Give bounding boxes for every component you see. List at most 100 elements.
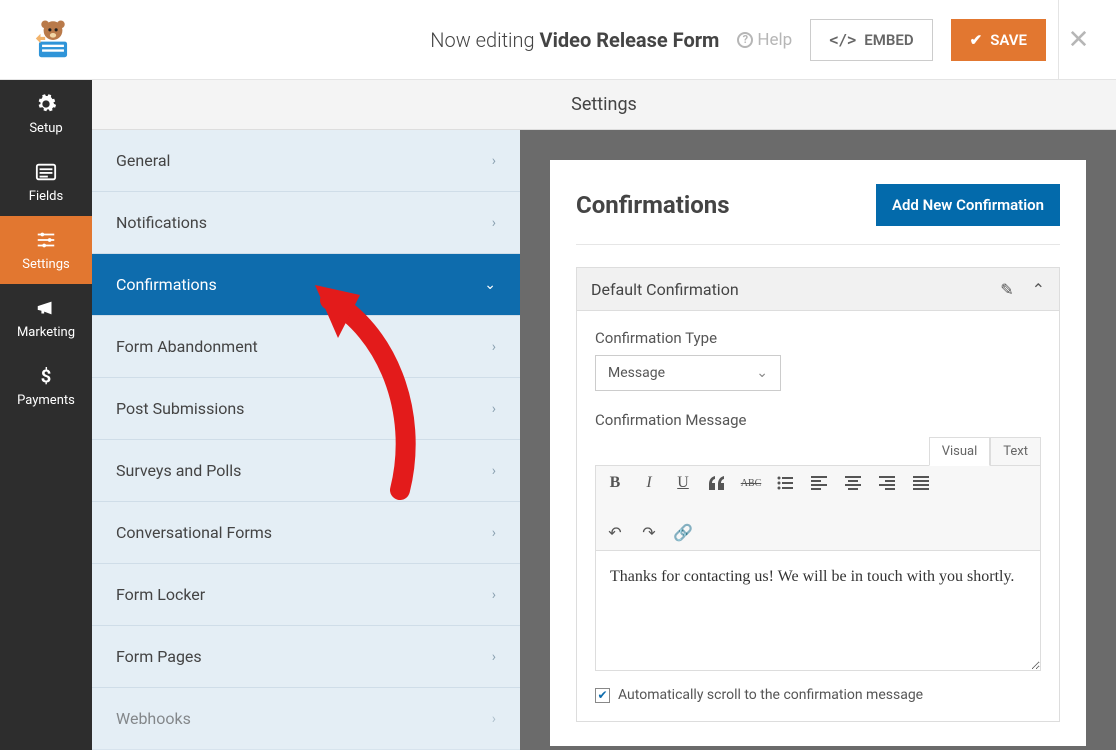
submenu-label: Form Pages bbox=[116, 647, 202, 666]
check-icon: ✔ bbox=[970, 31, 983, 49]
confirmation-type-select[interactable]: Message ⌄ bbox=[595, 355, 781, 391]
rail-label: Payments bbox=[17, 393, 75, 408]
chevron-right-icon: › bbox=[492, 649, 496, 665]
settings-submenu: General › Notifications › Confirmations ⌄ F… bbox=[92, 130, 520, 750]
rail-item-marketing[interactable]: Marketing bbox=[0, 284, 92, 352]
select-value: Message bbox=[608, 365, 665, 381]
rail-item-payments[interactable]: $ Payments bbox=[0, 352, 92, 420]
chevron-down-icon: ⌄ bbox=[756, 365, 768, 381]
submenu-item-confirmations[interactable]: Confirmations ⌄ bbox=[92, 254, 520, 316]
left-rail: Setup Fields Settings Marketing $ Paymen… bbox=[0, 80, 92, 750]
embed-button[interactable]: </> EMBED bbox=[810, 19, 932, 61]
rail-label: Marketing bbox=[17, 325, 75, 340]
form-name: Video Release Form bbox=[540, 28, 720, 52]
submenu-label: Form Locker bbox=[116, 585, 205, 604]
save-button[interactable]: ✔ SAVE bbox=[951, 19, 1046, 61]
dollar-icon: $ bbox=[35, 365, 57, 387]
editor-tab-text[interactable]: Text bbox=[990, 437, 1041, 466]
rail-label: Setup bbox=[29, 121, 62, 136]
chevron-right-icon: › bbox=[492, 401, 496, 417]
submenu-item-conversational-forms[interactable]: Conversational Forms › bbox=[92, 502, 520, 564]
help-icon: ? bbox=[737, 32, 753, 48]
embed-label: EMBED bbox=[864, 31, 913, 49]
rail-label: Fields bbox=[29, 189, 63, 204]
editing-label: Now editing Video Release Form bbox=[430, 28, 719, 52]
redo-icon[interactable]: ↷ bbox=[640, 524, 658, 542]
chevron-right-icon: › bbox=[492, 339, 496, 355]
app-logo bbox=[18, 9, 88, 71]
submenu-item-notifications[interactable]: Notifications › bbox=[92, 192, 520, 254]
align-right-icon[interactable] bbox=[878, 474, 896, 492]
confirmation-message-label: Confirmation Message bbox=[595, 411, 1041, 429]
code-icon: </> bbox=[829, 31, 856, 49]
accordion-title: Default Confirmation bbox=[591, 280, 739, 299]
rail-item-setup[interactable]: Setup bbox=[0, 80, 92, 148]
editor-toolbar: B I U ABC ↶ ↷ 🔗 bbox=[595, 465, 1041, 551]
quote-icon[interactable] bbox=[708, 474, 726, 492]
submenu-label: General bbox=[116, 151, 170, 170]
editor-tab-visual[interactable]: Visual bbox=[929, 437, 991, 466]
chevron-down-icon: ⌄ bbox=[484, 277, 496, 293]
card-title: Confirmations bbox=[576, 191, 730, 219]
submenu-label: Conversational Forms bbox=[116, 523, 272, 542]
chevron-right-icon: › bbox=[492, 153, 496, 169]
panel-header: Settings bbox=[92, 80, 1116, 130]
submenu-item-general[interactable]: General › bbox=[92, 130, 520, 192]
underline-icon[interactable]: U bbox=[674, 474, 692, 492]
editing-prefix: Now editing bbox=[430, 28, 534, 52]
submenu-item-form-pages[interactable]: Form Pages › bbox=[92, 626, 520, 688]
rail-item-fields[interactable]: Fields bbox=[0, 148, 92, 216]
strikethrough-icon[interactable]: ABC bbox=[742, 474, 760, 492]
link-icon[interactable]: 🔗 bbox=[674, 524, 692, 542]
chevron-right-icon: › bbox=[492, 525, 496, 541]
italic-icon[interactable]: I bbox=[640, 474, 658, 492]
submenu-item-form-locker[interactable]: Form Locker › bbox=[92, 564, 520, 626]
submenu-label: Post Submissions bbox=[116, 399, 244, 418]
card-header: Confirmations Add New Confirmation bbox=[576, 184, 1060, 245]
confirmations-card: Confirmations Add New Confirmation Defau… bbox=[550, 160, 1086, 746]
auto-scroll-label: Automatically scroll to the confirmation… bbox=[618, 687, 923, 703]
submenu-item-surveys-and-polls[interactable]: Surveys and Polls › bbox=[92, 440, 520, 502]
rail-label: Settings bbox=[22, 257, 69, 272]
chevron-right-icon: › bbox=[492, 587, 496, 603]
undo-icon[interactable]: ↶ bbox=[606, 524, 624, 542]
bullet-list-icon[interactable] bbox=[776, 474, 794, 492]
align-justify-icon[interactable] bbox=[912, 474, 930, 492]
submenu-item-post-submissions[interactable]: Post Submissions › bbox=[92, 378, 520, 440]
chevron-right-icon: › bbox=[492, 463, 496, 479]
submenu-label: Webhooks bbox=[116, 709, 191, 728]
close-button[interactable]: ✕ bbox=[1058, 0, 1098, 80]
checkbox-icon[interactable]: ✔ bbox=[595, 688, 610, 703]
close-icon: ✕ bbox=[1068, 25, 1090, 55]
add-new-confirmation-button[interactable]: Add New Confirmation bbox=[876, 184, 1060, 226]
chevron-up-icon[interactable]: ⌃ bbox=[1032, 280, 1045, 299]
align-left-icon[interactable] bbox=[810, 474, 828, 492]
svg-text:$: $ bbox=[41, 366, 52, 387]
accordion-body: Confirmation Type Message ⌄ Confirmation… bbox=[576, 311, 1060, 722]
help-label-text: Help bbox=[757, 30, 792, 50]
chevron-right-icon: › bbox=[492, 215, 496, 231]
rail-item-settings[interactable]: Settings bbox=[0, 216, 92, 284]
sliders-icon bbox=[35, 229, 57, 251]
content-area: Confirmations Add New Confirmation Defau… bbox=[520, 130, 1116, 750]
bold-icon[interactable]: B bbox=[606, 474, 624, 492]
accordion-header[interactable]: Default Confirmation ✎ ⌃ bbox=[576, 267, 1060, 311]
help-link[interactable]: ? Help bbox=[737, 30, 792, 50]
megaphone-icon bbox=[35, 297, 57, 319]
align-center-icon[interactable] bbox=[844, 474, 862, 492]
confirmation-message-editor[interactable]: Thanks for contacting us! We will be in … bbox=[595, 551, 1041, 671]
submenu-item-webhooks[interactable]: Webhooks › bbox=[92, 688, 520, 750]
auto-scroll-row[interactable]: ✔ Automatically scroll to the confirmati… bbox=[595, 687, 1041, 703]
pencil-icon[interactable]: ✎ bbox=[1000, 280, 1013, 299]
submenu-label: Surveys and Polls bbox=[116, 461, 241, 480]
topbar: Now editing Video Release Form ? Help </… bbox=[0, 0, 1116, 80]
list-icon bbox=[35, 161, 57, 183]
chevron-right-icon: › bbox=[492, 711, 496, 727]
confirmation-type-label: Confirmation Type bbox=[595, 329, 1041, 347]
gear-icon bbox=[35, 93, 57, 115]
submenu-item-form-abandonment[interactable]: Form Abandonment› bbox=[92, 316, 520, 378]
editor-tabs: Visual Text bbox=[595, 437, 1041, 466]
submenu-label: Notifications bbox=[116, 213, 207, 232]
submenu-label: Confirmations bbox=[116, 275, 217, 294]
save-label: SAVE bbox=[990, 31, 1027, 49]
